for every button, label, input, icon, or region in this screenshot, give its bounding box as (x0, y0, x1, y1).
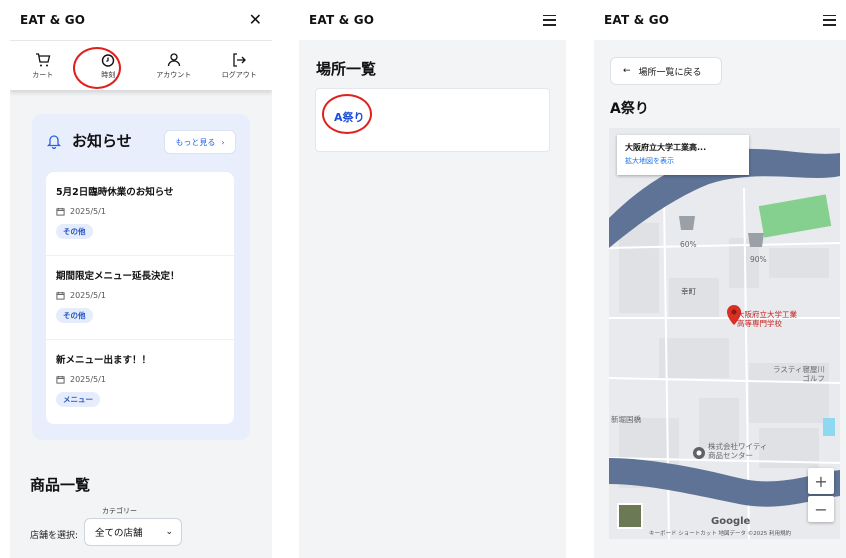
news-list: 5月2日臨時休業のお知らせ 2025/5/1 その他 期間限定メニュー延長決定！… (46, 172, 234, 424)
map-attribution[interactable]: キーボード ショートカット 地図データ ©2025 利用規約 (649, 529, 791, 537)
more-label: もっと見る (175, 137, 216, 147)
date-text: 2025/5/1 (70, 291, 106, 300)
news-item[interactable]: 新メニュー出ます！！ 2025/5/1 メニュー (46, 340, 234, 424)
news-item-title: 5月2日臨時休業のお知らせ (56, 187, 174, 198)
nav-label: ログアウト (221, 70, 257, 79)
news-item[interactable]: 5月2日臨時休業のお知らせ 2025/5/1 その他 (46, 172, 234, 256)
location-list-screen: EAT & GO 場所一覧 A祭り (299, 0, 566, 558)
news-item-date: 2025/5/1 (56, 375, 224, 384)
menu-icon[interactable] (823, 14, 836, 26)
news-item[interactable]: 期間限定メニュー延長決定！ 2025/5/1 その他 (46, 256, 234, 340)
calendar-icon (56, 291, 65, 300)
map-canvas (609, 128, 840, 539)
cart-icon (35, 52, 51, 66)
news-item-title: 期間限定メニュー延長決定！ (56, 271, 180, 282)
google-logo: Google (711, 516, 751, 527)
news-item-tag: その他 (56, 224, 93, 239)
news-title: お知らせ (72, 132, 132, 150)
calendar-icon (56, 207, 65, 216)
news-item-title: 新メニュー出ます！！ (56, 355, 152, 366)
icon-nav: カート 時刻 アカウント ログアウト (10, 40, 272, 90)
brand-logo[interactable]: EAT & GO (309, 13, 374, 27)
page-title: A祭り (610, 101, 649, 117)
header: EAT & GO (594, 0, 846, 40)
map-type-thumbnail[interactable] (617, 503, 643, 529)
map-info-box: 大阪府立大学工業高... 拡大地図を表示 (617, 135, 749, 175)
news-item-date: 2025/5/1 (56, 291, 224, 300)
map-label-bridge: 新堀国橋 (611, 415, 641, 424)
store-select-value: 全ての店舗 (95, 528, 143, 539)
news-header: お知らせ (46, 130, 132, 151)
news-item-tag: メニュー (56, 392, 100, 407)
products-title: 商品一覧 (30, 476, 91, 494)
location-detail-screen: EAT & GO ← 場所一覧に戻る A祭り 大阪府立大学工業高... 拡大地図… (594, 0, 846, 558)
more-button[interactable]: もっと見る › (164, 130, 236, 154)
bell-icon (46, 134, 62, 149)
news-item-tag: その他 (56, 308, 93, 323)
back-label: 場所一覧に戻る (638, 67, 702, 78)
date-text: 2025/5/1 (70, 207, 106, 216)
brand-logo[interactable]: EAT & GO (20, 13, 85, 27)
home-screen: EAT & GO ✕ カート 時刻 アカウント ログアウト お知らせ もっと見る… (10, 0, 272, 558)
map-label-town: 幸町 (681, 287, 696, 296)
close-icon[interactable]: ✕ (249, 12, 262, 28)
news-section: お知らせ もっと見る › 5月2日臨時休業のお知らせ 2025/5/1 その他 … (32, 114, 250, 440)
category-label: カテゴリー (102, 507, 137, 515)
map-label-sports: ラスティ寝屋川 ゴルフ (773, 365, 825, 383)
logout-icon (233, 52, 247, 67)
header: EAT & GO (299, 0, 566, 40)
page-title: 場所一覧 (316, 60, 377, 78)
nav-cart[interactable]: カート (18, 52, 68, 80)
map-label-school: 大阪府立大学工業 高等専門学校 (737, 310, 797, 328)
date-text: 2025/5/1 (70, 375, 106, 384)
highlight-ring (73, 47, 121, 89)
arrow-left-icon: ← (623, 66, 631, 76)
store-select[interactable]: 全ての店舗 ⌄ (84, 518, 182, 546)
nav-label: カート (32, 70, 54, 79)
map-label-company: 株式会社ワイティ 商品センター (708, 442, 768, 460)
zoom-out-button[interactable]: − (808, 496, 834, 522)
nav-label: アカウント (156, 70, 192, 79)
bin-percentage: 60% (680, 240, 697, 249)
menu-icon[interactable] (543, 14, 556, 26)
place-name: 大阪府立大学工業高... (625, 143, 707, 152)
highlight-ring (322, 94, 372, 134)
chevron-down-icon: ⌄ (165, 527, 173, 537)
chevron-right-icon: › (221, 137, 225, 147)
back-button[interactable]: ← 場所一覧に戻る (610, 57, 722, 85)
nav-logout[interactable]: ログアウト (214, 52, 264, 80)
header: EAT & GO ✕ (10, 0, 272, 40)
user-icon (167, 52, 180, 66)
news-item-date: 2025/5/1 (56, 207, 224, 216)
enlarge-map-link[interactable]: 拡大地図を表示 (625, 156, 741, 166)
calendar-icon (56, 375, 65, 384)
zoom-in-button[interactable]: + (808, 468, 834, 494)
store-label: 店舗を選択: (30, 531, 79, 541)
bin-percentage: 90% (750, 255, 767, 264)
brand-logo[interactable]: EAT & GO (604, 13, 669, 27)
map[interactable]: 大阪府立大学工業高... 拡大地図を表示 60% 90% 幸町 大阪府立大学工業… (609, 128, 840, 539)
nav-account[interactable]: アカウント (149, 52, 199, 80)
